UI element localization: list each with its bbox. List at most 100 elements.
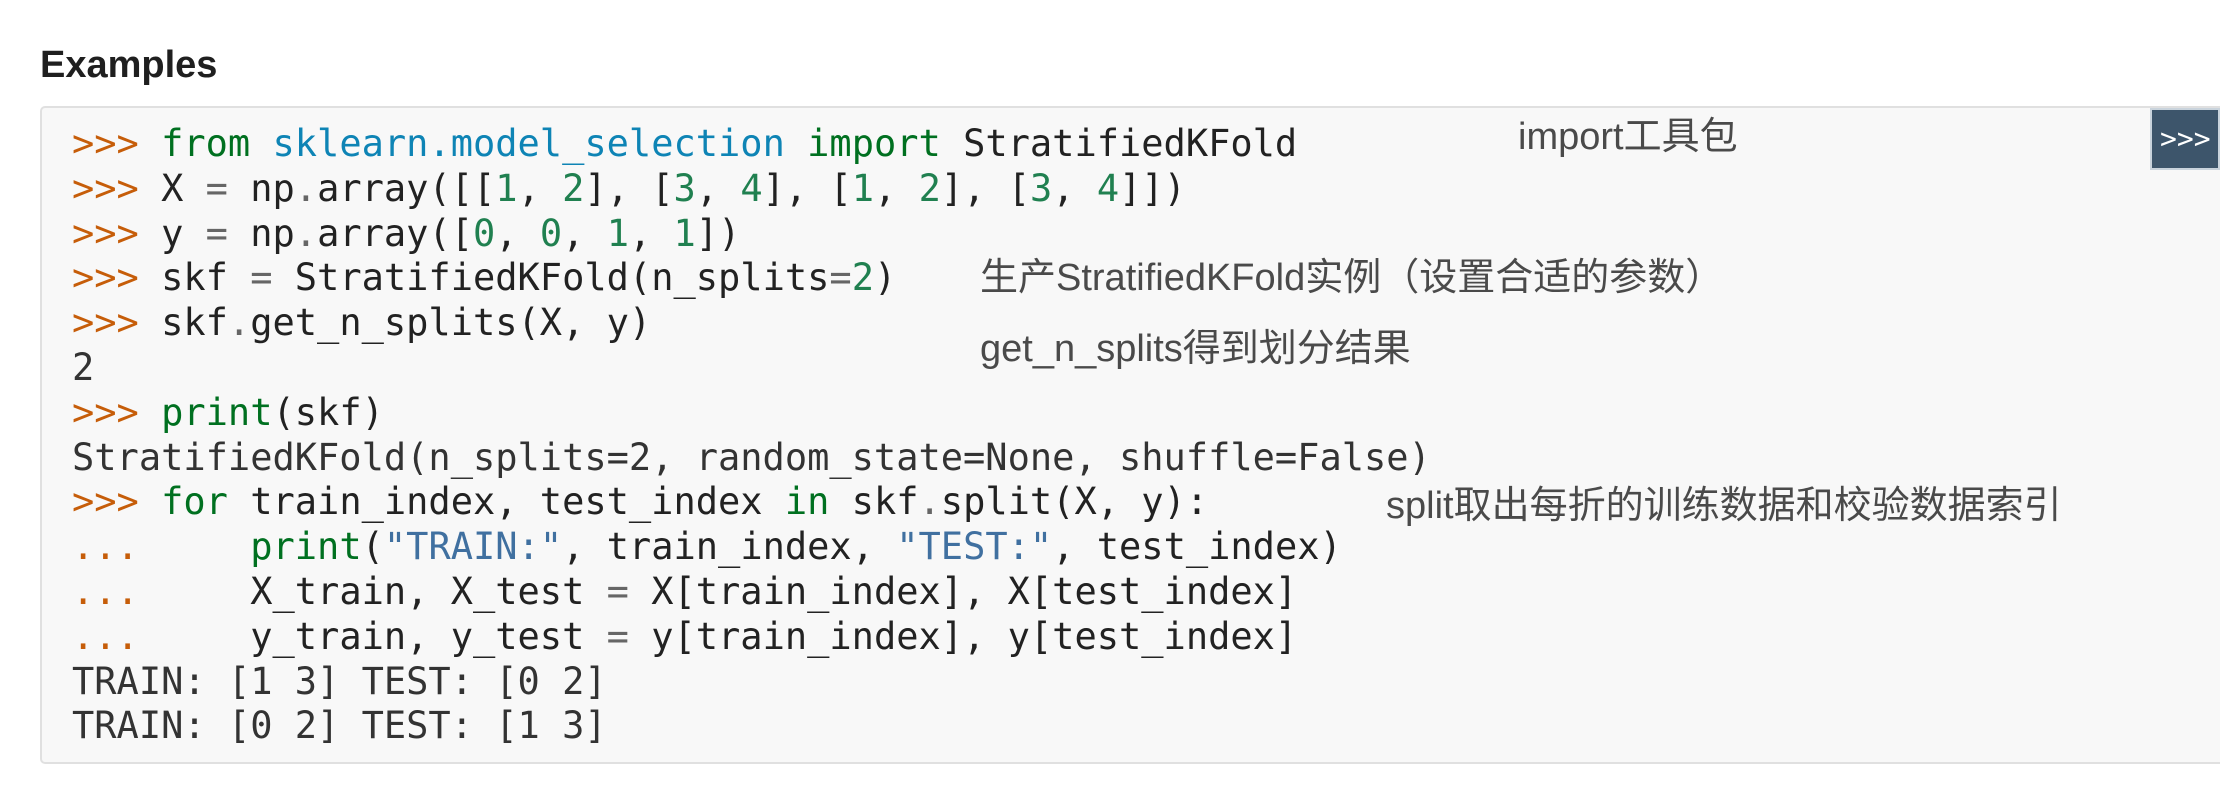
code-token-prompt: ...: [72, 569, 251, 613]
code-token-op: =: [829, 256, 852, 300]
code-token-plain: X_train, X_test: [250, 569, 607, 613]
code-token-op: =: [606, 614, 629, 658]
code-token-op: .: [918, 480, 941, 524]
code-token-out: StratifiedKFold(n_splits=2, random_state…: [72, 435, 1431, 479]
code-line: >>> y = np.array([0, 0, 1, 1]): [72, 212, 1431, 257]
code-token-op: =: [606, 569, 629, 613]
examples-heading: Examples: [40, 44, 218, 86]
code-token-out: 2: [72, 345, 95, 389]
code-token-plain: ,: [517, 166, 563, 210]
code-token-str: "TEST:": [896, 525, 1053, 569]
code-token-prompt: ...: [72, 525, 251, 569]
code-line: TRAIN: [0 2] TEST: [1 3]: [72, 704, 1431, 749]
code-token-plain: (skf): [272, 390, 384, 434]
annotation-import: import工具包: [1518, 116, 1738, 158]
code-token-kw: import: [807, 122, 941, 165]
annotation-split: split取出每折的训练数据和校验数据索引: [1386, 485, 2062, 527]
code-token-num: 1: [673, 211, 696, 255]
code-token-prompt: ...: [72, 614, 251, 658]
code-token-kw: print: [250, 525, 362, 569]
code-token-op: =: [205, 166, 228, 210]
code-token-op: =: [250, 256, 273, 300]
code-token-num: 0: [539, 211, 563, 255]
code-token-plain: (: [361, 525, 384, 569]
code-token-plain: split(X, y):: [940, 480, 1209, 524]
code-token-num: 3: [673, 166, 696, 210]
code-token-prompt: >>>: [72, 166, 162, 210]
code-line: >>> X = np.array([[1, 2], [3, 4], [1, 2]…: [72, 167, 1431, 212]
code-token-plain: ): [873, 256, 897, 300]
code-token-op: .: [294, 211, 318, 255]
code-line: ... print("TRAIN:", train_index, "TEST:"…: [72, 525, 1431, 570]
code-token-out: TRAIN: [0 2] TEST: [1 3]: [72, 704, 607, 748]
code-token-op: .: [294, 166, 318, 210]
code-token-plain: y_train, y_test: [250, 614, 607, 658]
code-token-op: =: [205, 211, 228, 255]
code-token-plain: ]): [695, 211, 741, 255]
code-token-plain: X: [161, 166, 206, 210]
code-token-plain: train_index, test_index: [227, 480, 785, 524]
code-token-prompt: >>>: [72, 301, 162, 345]
code-token-num: 4: [1096, 166, 1120, 210]
code-token-plain: StratifiedKFold: [940, 122, 1298, 165]
code-token-plain: ], [: [762, 166, 852, 210]
code-token-prompt: >>>: [72, 390, 162, 434]
code-token-num: 2: [918, 166, 941, 210]
code-token-plain: array([[: [317, 166, 496, 210]
code-token-plain: skf: [161, 301, 228, 345]
code-listing: >>> from sklearn.model_selection import …: [72, 122, 1431, 749]
code-token-num: 2: [851, 256, 874, 300]
code-token-plain: array([: [317, 211, 473, 255]
code-token-plain: ]]): [1119, 166, 1186, 210]
annotation-get-n-splits: get_n_splits得到划分结果: [980, 328, 1411, 370]
code-token-plain: , train_index,: [562, 525, 897, 569]
code-token-plain: ,: [874, 166, 919, 210]
code-token-plain: , test_index): [1052, 525, 1342, 569]
code-token-kw: for: [161, 480, 228, 524]
code-token-op: .: [227, 301, 251, 345]
code-token-kw: print: [161, 390, 273, 434]
code-token-plain: y[train_index], y[test_index]: [628, 614, 1298, 658]
code-token-plain: ,: [495, 211, 540, 255]
code-line: ... y_train, y_test = y[train_index], y[…: [72, 615, 1431, 660]
code-token-str: "TRAIN:": [383, 525, 563, 569]
code-token-plain: ], [: [584, 166, 674, 210]
code-token-num: 0: [473, 211, 496, 255]
code-token-prompt: >>>: [72, 211, 162, 255]
code-token-prompt: >>>: [72, 480, 162, 524]
code-token-plain: y: [161, 211, 206, 255]
code-token-plain: ,: [562, 211, 607, 255]
code-line: >>> print(skf): [72, 391, 1431, 436]
code-token-plain: X[train_index], X[test_index]: [628, 569, 1298, 613]
code-line: ... X_train, X_test = X[train_index], X[…: [72, 570, 1431, 615]
code-token-num: 3: [1029, 166, 1053, 210]
code-token-plain: get_n_splits(X, y): [250, 301, 652, 345]
code-token-plain: skf: [161, 256, 251, 300]
code-token-num: 1: [851, 166, 875, 210]
code-token-plain: ,: [1052, 166, 1097, 210]
annotation-instance: 生产StratifiedKFold实例（设置合适的参数）: [980, 257, 1724, 299]
code-token-plain: ,: [628, 211, 674, 255]
code-token-kw: in: [784, 480, 830, 524]
code-token-out: TRAIN: [1 3] TEST: [0 2]: [72, 659, 607, 703]
code-token-num: 4: [740, 166, 763, 210]
code-token-plain: np: [227, 211, 295, 255]
code-line: TRAIN: [1 3] TEST: [0 2]: [72, 660, 1431, 705]
code-token-plain: skf: [829, 480, 919, 524]
code-token-kw: from: [161, 122, 251, 165]
code-token-plain: np: [227, 166, 295, 210]
code-token-plain: ], [: [940, 166, 1030, 210]
code-token-num: 1: [495, 166, 518, 210]
code-token-num: 1: [606, 211, 629, 255]
code-token-ns: sklearn.model_selection: [272, 122, 785, 165]
code-token-prompt: >>>: [72, 256, 162, 300]
prompt-toggle-button[interactable]: >>>: [2150, 108, 2220, 170]
code-token-plain: StratifiedKFold(n_splits: [272, 256, 830, 300]
code-line: >>> from sklearn.model_selection import …: [72, 122, 1431, 167]
code-token-num: 2: [562, 166, 585, 210]
code-token-prompt: >>>: [72, 122, 162, 165]
code-line: StratifiedKFold(n_splits=2, random_state…: [72, 436, 1431, 481]
code-token-plain: ,: [695, 166, 741, 210]
